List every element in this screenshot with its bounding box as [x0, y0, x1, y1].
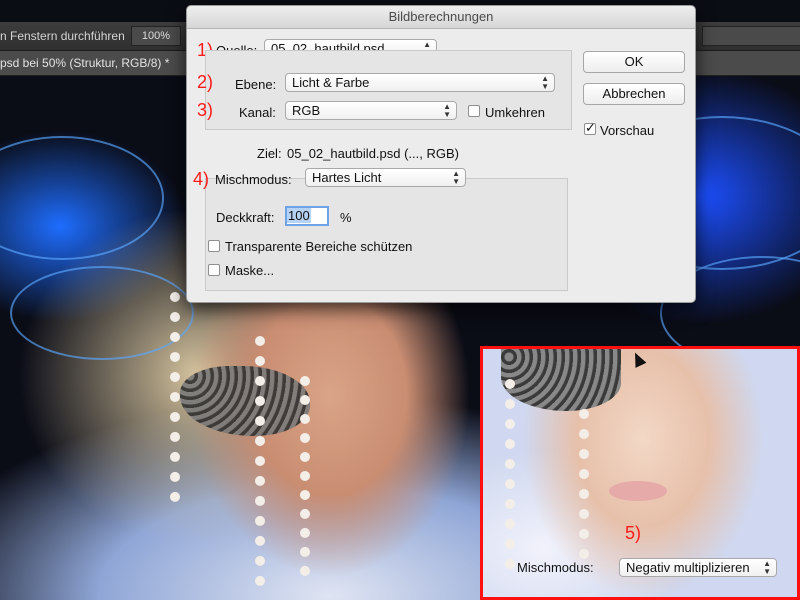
opacity-unit: % [340, 210, 352, 225]
pearl-strand [255, 336, 277, 586]
target-label: Ziel: [257, 146, 282, 161]
channel-select[interactable]: RGB ▲ ▼ [285, 101, 457, 120]
preserve-transparency-checkbox[interactable] [208, 240, 220, 252]
pearl-strand [170, 292, 192, 502]
invert-checkbox[interactable] [468, 105, 480, 117]
target-value: 05_02_hautbild.psd (..., RGB) [287, 146, 459, 161]
inset-blend-mode-label: Mischmodus: [517, 560, 594, 575]
mask-checkbox[interactable] [208, 264, 220, 276]
preview-checkbox[interactable] [584, 120, 596, 136]
light-streak [0, 136, 164, 260]
light-streak [10, 266, 194, 360]
opacity-value: 100 [287, 208, 311, 223]
calculations-dialog: Bildberechnungen 1) Quelle: 05_02_hautbi… [186, 5, 696, 303]
pearl-strand [579, 409, 601, 559]
preserve-transparency-label: Transparente Bereiche schützen [225, 239, 413, 254]
channel-label: Kanal: [239, 105, 276, 120]
mouth-inset [609, 481, 667, 501]
annotation-3: 3) [197, 100, 214, 120]
layer-select[interactable]: Licht & Farbe ▲ ▼ [285, 73, 555, 92]
layer-label: Ebene: [235, 77, 277, 92]
preview-inset: 5) Mischmodus: Negativ multiplizieren ▲ ▼ [480, 346, 800, 600]
chevron-updown-icon: ▲▼ [541, 74, 549, 91]
options-field-right[interactable] [702, 26, 800, 46]
invert-label: Umkehren [485, 105, 545, 120]
blend-mode-label: Mischmodus: [215, 172, 292, 187]
opacity-label: Deckkraft: [216, 210, 275, 225]
annotation-4: 4) [193, 169, 210, 189]
options-label: n Fenstern durchführen [0, 29, 125, 43]
annotation-5: 5) [625, 523, 642, 543]
annotation-2: 2) [197, 72, 214, 92]
dialog-title: Bildberechnungen [187, 6, 695, 29]
eyepatch-photo [180, 366, 310, 436]
opacity-input[interactable]: 100 [285, 206, 329, 226]
inset-blend-mode-select[interactable]: Negativ multiplizieren ▲ ▼ [619, 558, 777, 577]
cancel-button[interactable]: Abbrechen [583, 83, 685, 105]
document-tab-title: psd bei 50% (Struktur, RGB/8) * [0, 56, 170, 70]
pearl-strand [300, 376, 322, 576]
layer-value: Licht & Farbe [292, 75, 370, 90]
preview-label: Vorschau [600, 123, 655, 138]
zoom-field[interactable]: 100% [131, 26, 181, 46]
channel-value: RGB [292, 103, 321, 118]
mask-label: Maske... [225, 263, 275, 278]
pearl-strand [505, 379, 527, 569]
inset-blend-mode-value: Negativ multiplizieren [626, 560, 750, 575]
chevron-updown-icon: ▲▼ [452, 169, 460, 186]
blend-mode-select[interactable]: Hartes Licht ▲ ▼ [305, 168, 466, 187]
chevron-updown-icon: ▲▼ [763, 559, 771, 576]
chevron-updown-icon: ▲▼ [443, 102, 451, 119]
blend-mode-value: Hartes Licht [312, 170, 382, 185]
ok-button[interactable]: OK [583, 51, 685, 73]
